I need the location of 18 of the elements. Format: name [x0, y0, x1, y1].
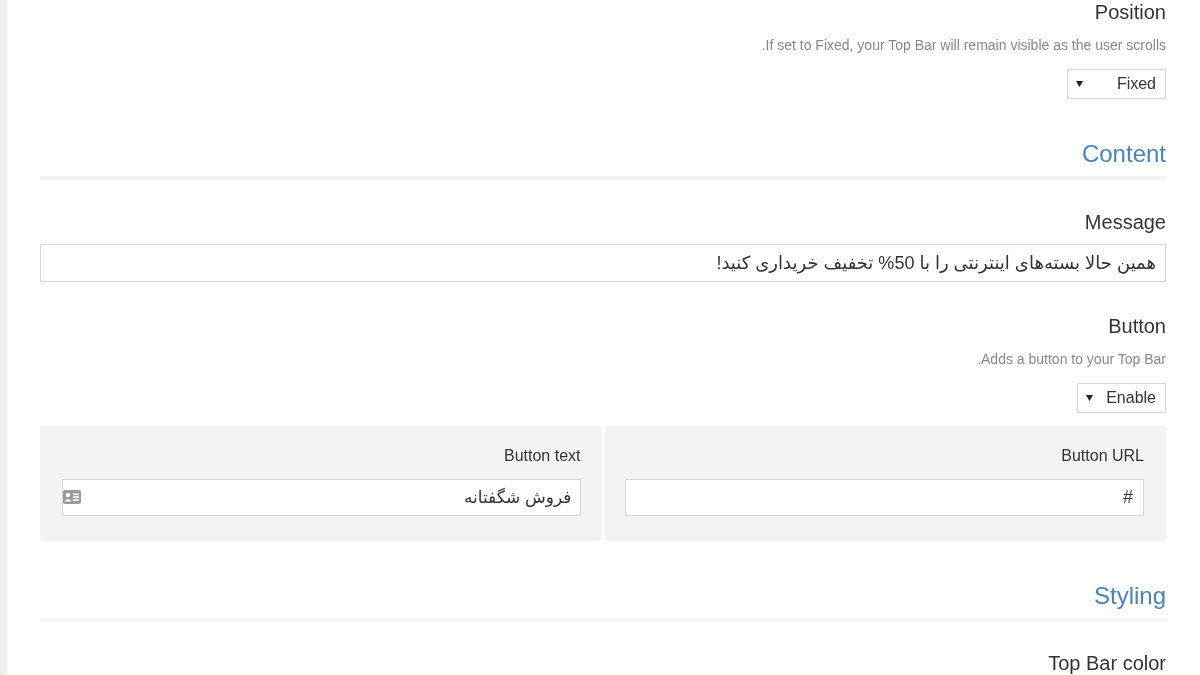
text-input[interactable]: فروش شگفتانه	[62, 478, 581, 516]
caret-icon	[1086, 394, 1094, 401]
dropdown-select[interactable]: Enable	[1077, 382, 1166, 413]
field-label: Button URL	[1061, 445, 1144, 466]
section-heading: Content	[1081, 139, 1166, 169]
field-label: Message	[1084, 209, 1166, 234]
url-input[interactable]: #	[624, 478, 1144, 516]
field-description: .If set to Fixed, your Top Bar will remain visible as the user scrolls	[761, 36, 1166, 55]
contact-card-icon	[63, 490, 81, 504]
field-description: .Adds a button to your Top Bar	[977, 349, 1166, 369]
caret-icon	[1075, 81, 1083, 87]
field-label: Button	[1108, 313, 1166, 338]
field-label: Position	[1094, 0, 1166, 24]
section-heading: Styling	[1093, 580, 1166, 611]
message-input[interactable]: همین حالا بسته‌های اینترنتی را با 50% تخفیف خریداری کنید!	[40, 243, 1166, 282]
field-label: Button text	[504, 445, 581, 466]
field-label: Top Bar color	[1048, 651, 1166, 675]
dropdown-select[interactable]: Fixed	[1066, 69, 1166, 99]
